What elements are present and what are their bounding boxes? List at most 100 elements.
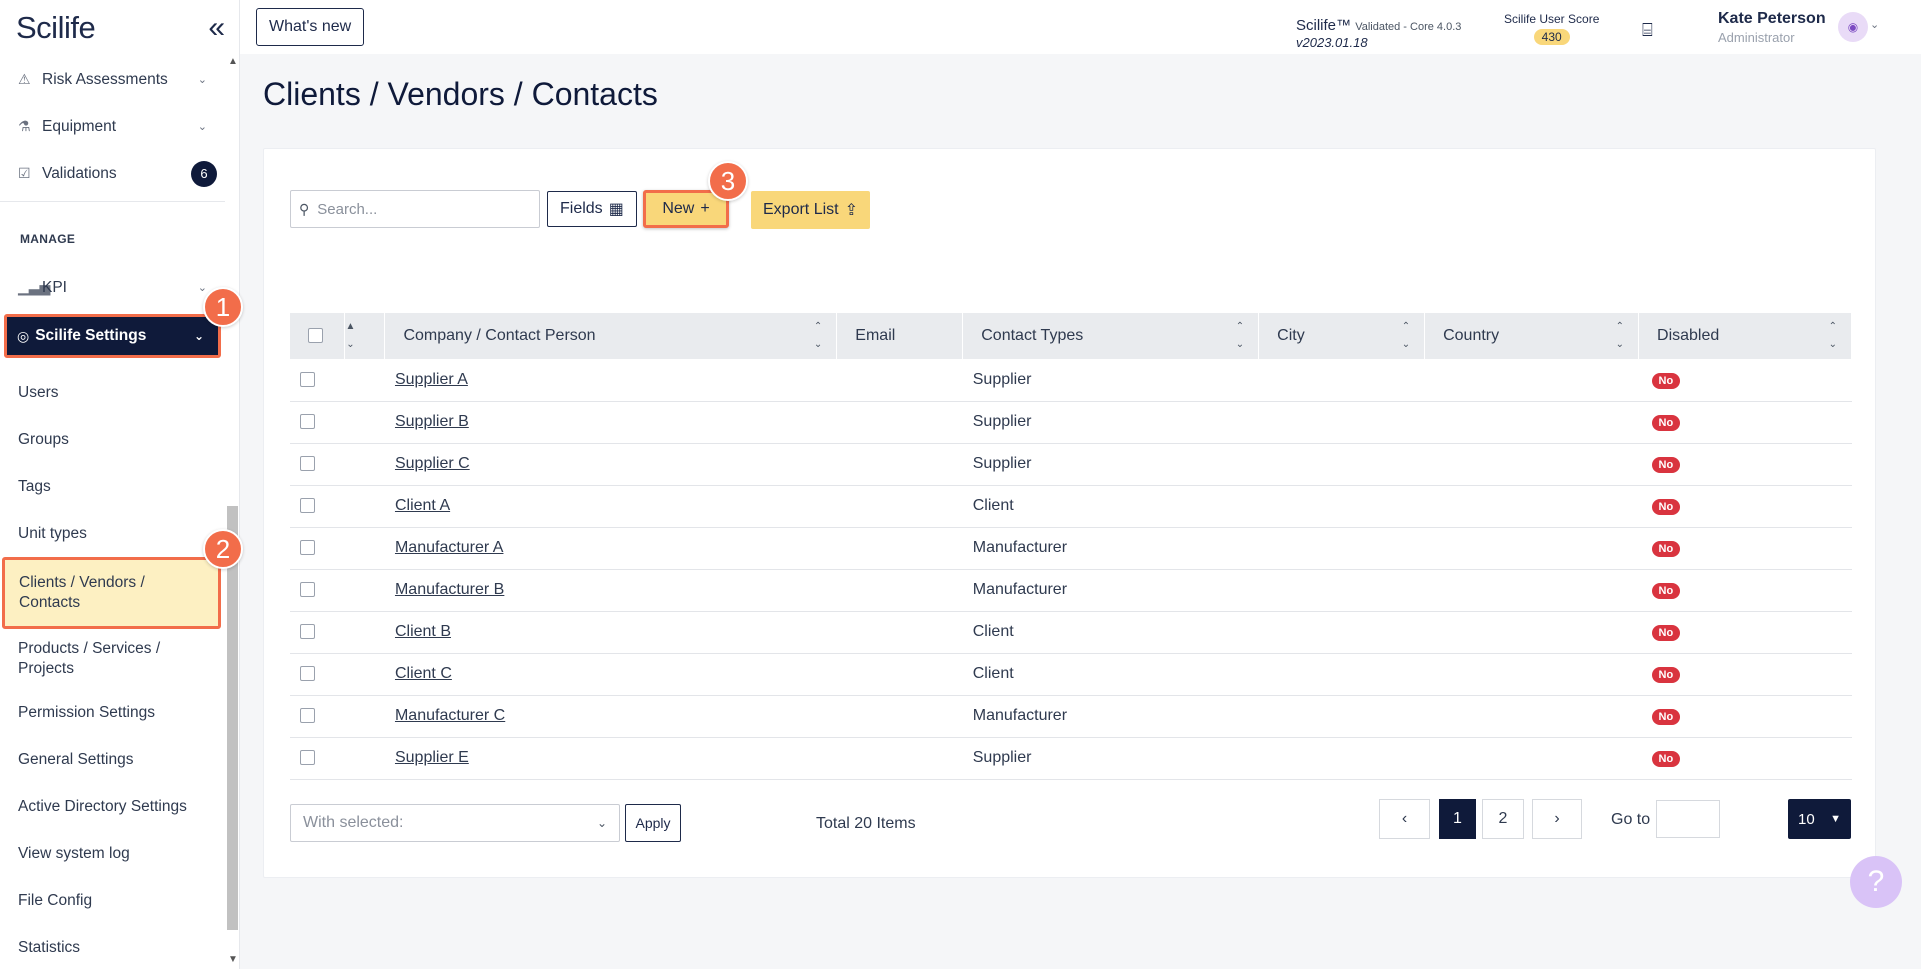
export-list-button[interactable]: Export List ⇪ [751, 191, 870, 229]
sort-icon[interactable]: ⌃ ⌄ [814, 318, 822, 354]
country-cell [1424, 401, 1639, 444]
score-badge: 430 [1533, 29, 1570, 45]
sidebar-subitem-file-config[interactable]: File Config [0, 877, 225, 924]
table-row: Client C Client No [290, 653, 1852, 696]
sort-icon[interactable]: ⌃ ⌄ [1402, 318, 1410, 354]
sidebar-subitem-groups[interactable]: Groups [0, 416, 225, 463]
company-link[interactable]: Supplier E [395, 749, 469, 766]
row-checkbox[interactable] [300, 582, 315, 598]
company-link[interactable]: Client C [395, 665, 452, 682]
app-logo[interactable]: Scilife [16, 10, 96, 46]
company-cell: Client A [384, 485, 837, 528]
company-cell: Manufacturer A [384, 527, 837, 570]
company-link[interactable]: Manufacturer B [395, 581, 504, 598]
plus-icon: + [700, 200, 710, 217]
column-header-disabled[interactable]: Disabled ⌃ ⌄ [1638, 313, 1852, 359]
row-checkbox[interactable] [300, 750, 315, 766]
column-header-email[interactable]: Email [836, 313, 964, 359]
scroll-down-icon[interactable]: ▼ [228, 954, 238, 965]
sidebar-subitem-clients-vendors-contacts[interactable]: Clients / Vendors / Contacts [2, 557, 221, 629]
company-link[interactable]: Client A [395, 497, 450, 514]
fields-button[interactable]: Fields ▦ [547, 191, 637, 227]
company-link[interactable]: Client B [395, 623, 451, 640]
company-link[interactable]: Manufacturer A [395, 539, 504, 556]
page-button-2[interactable]: 2 [1482, 799, 1524, 839]
search-input[interactable]: ⚲ Search... [290, 190, 540, 228]
company-link[interactable]: Supplier A [395, 371, 468, 388]
sidebar-item-kpi[interactable]: ▁▃▅ KPI ⌄ [0, 264, 225, 311]
sort-icon[interactable]: ⌃ ⌄ [1829, 318, 1837, 354]
contact-type-cell: Manufacturer [962, 569, 1259, 612]
sidebar-subitem-general-settings[interactable]: General Settings [0, 736, 225, 783]
user-menu[interactable]: Kate Peterson Administrator [1718, 10, 1826, 45]
select-all-checkbox[interactable] [308, 328, 323, 344]
row-checkbox[interactable] [300, 456, 315, 472]
sidebar-subitem-view-system-log[interactable]: View system log [0, 830, 225, 877]
column-header-city[interactable]: City ⌃ ⌄ [1258, 313, 1426, 359]
page-button-1[interactable]: 1 [1439, 799, 1476, 839]
row-spacer-cell [344, 443, 385, 486]
company-cell: Client C [384, 653, 837, 696]
apply-button[interactable]: Apply [625, 804, 681, 842]
company-link[interactable]: Supplier B [395, 413, 469, 430]
sidebar-item-scilife-settings[interactable]: ◎ Scilife Settings ⌄ [4, 314, 221, 358]
prev-page-button[interactable]: ‹ [1379, 799, 1430, 839]
sidebar-item-validations[interactable]: ☑ Validations 6 [0, 150, 225, 197]
user-role: Administrator [1718, 30, 1795, 45]
row-checkbox[interactable] [300, 666, 315, 682]
help-icon[interactable]: ? [1850, 856, 1902, 908]
chevron-down-icon: ⌄ [197, 74, 207, 86]
email-cell [836, 569, 963, 612]
sidebar-item-equipment[interactable]: ⚗ Equipment ⌄ [0, 103, 225, 150]
chat-icon[interactable]: ⌸ [1642, 20, 1653, 41]
column-header-country[interactable]: Country ⌃ ⌄ [1424, 313, 1640, 359]
chevron-left-icon: ‹ [1401, 810, 1408, 827]
sidebar-item-risk-assessments[interactable]: ⚠ Risk Assessments ⌄ [0, 56, 225, 103]
company-link[interactable]: Manufacturer C [395, 707, 505, 724]
country-cell [1424, 695, 1639, 738]
sidebar-subitem-products-services-projects[interactable]: Products / Services / Projects [0, 629, 225, 689]
clipboard-icon: ☑ [18, 165, 31, 181]
sidebar-subitem-tags[interactable]: Tags [0, 463, 225, 510]
chevron-down-icon: ⌄ [197, 121, 207, 133]
sidebar-subitem-unit-types[interactable]: Unit types [0, 510, 225, 557]
column-header-company[interactable]: Company / Contact Person ⌃ ⌄ [384, 313, 838, 359]
row-select-cell [290, 443, 345, 486]
sort-icon[interactable]: ⌃ ⌄ [1616, 318, 1624, 354]
row-checkbox[interactable] [300, 372, 315, 388]
row-checkbox[interactable] [300, 414, 315, 430]
disabled-cell: No [1638, 359, 1852, 402]
count-badge: 6 [191, 160, 217, 187]
with-selected-dropdown[interactable]: With selected: ⌄ [290, 804, 620, 842]
sidebar-scrollbar-thumb[interactable] [227, 506, 238, 930]
column-header-contact-types[interactable]: Contact Types ⌃ ⌄ [962, 313, 1260, 359]
table-row: Supplier A Supplier No [290, 359, 1852, 402]
sidebar-subitem-statistics[interactable]: Statistics [0, 924, 225, 969]
disabled-cell: No [1638, 695, 1852, 738]
status-badge: No [1651, 541, 1681, 557]
country-cell [1424, 359, 1639, 402]
sidebar-subitem-active-directory-settings[interactable]: Active Directory Settings [0, 783, 225, 830]
table-row: Manufacturer C Manufacturer No [290, 695, 1852, 738]
sort-toggle-icon[interactable]: ▲ ⌄ [345, 318, 355, 354]
scroll-up-icon[interactable]: ▲ [228, 56, 238, 67]
next-page-button[interactable]: › [1532, 799, 1582, 839]
sidebar-subitem-permission-settings[interactable]: Permission Settings [0, 689, 225, 736]
row-checkbox[interactable] [300, 540, 315, 556]
sidebar-subitem-users[interactable]: Users [0, 369, 225, 416]
row-checkbox[interactable] [300, 498, 315, 514]
whats-new-button[interactable]: What's new [256, 8, 365, 46]
company-link[interactable]: Supplier C [395, 455, 470, 472]
sidebar-item-label: KPI [42, 278, 67, 296]
chevron-down-icon[interactable]: ⌄ [1870, 18, 1879, 31]
row-sort-cell[interactable]: ▲ ⌄ [344, 313, 386, 359]
email-cell [836, 485, 963, 528]
chevrons-left-icon[interactable]: « [208, 13, 225, 43]
page-size-select[interactable]: 10 ▼ [1788, 799, 1851, 839]
row-checkbox[interactable] [300, 708, 315, 724]
page-size-value: 10 [1798, 810, 1815, 828]
avatar[interactable]: ◉ [1838, 12, 1868, 42]
sort-icon[interactable]: ⌃ ⌄ [1236, 318, 1244, 354]
goto-page-input[interactable] [1656, 800, 1720, 838]
row-checkbox[interactable] [300, 624, 315, 640]
